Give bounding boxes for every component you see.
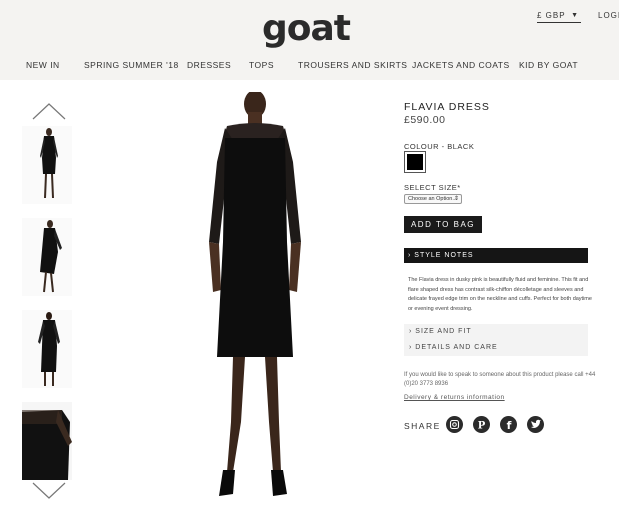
main-nav: NEW IN SPRING SUMMER '18 DRESSES TOPS TR…	[0, 60, 619, 74]
chevron-right-icon: ›	[409, 328, 413, 335]
product-price: £590.00	[404, 114, 446, 126]
size-select[interactable]: Choose an Option... ⇕	[404, 194, 462, 204]
chevron-right-icon: ›	[408, 252, 412, 259]
product-title: FLAVIA DRESS	[404, 101, 490, 113]
thumbnail-up-arrow-icon[interactable]	[32, 102, 66, 120]
colour-swatch-black[interactable]	[404, 151, 426, 173]
thumbnail-down-arrow-icon[interactable]	[32, 482, 66, 500]
colour-label: COLOUR - BLACK	[404, 142, 475, 151]
style-notes-label: STYLE NOTES	[414, 252, 474, 259]
size-select-value: Choose an Option...	[408, 196, 457, 202]
nav-item-tops[interactable]: TOPS	[249, 60, 274, 70]
site-logo[interactable]: goat	[262, 8, 351, 49]
accordion-size-fit[interactable]: › SIZE AND FIT	[409, 328, 472, 335]
thumbnail-side[interactable]	[22, 218, 72, 296]
svg-text:P: P	[478, 421, 486, 432]
instagram-icon[interactable]	[446, 416, 463, 433]
caret-down-icon: ▼	[571, 12, 579, 19]
currency-selector[interactable]: £ GBP ▼	[537, 11, 581, 23]
accordion-details-care[interactable]: › DETAILS AND CARE	[409, 344, 498, 351]
nav-item-trousers-skirts[interactable]: TROUSERS AND SKIRTS	[298, 60, 407, 70]
twitter-icon[interactable]	[527, 416, 544, 433]
share-label: SHARE	[404, 421, 441, 431]
svg-text:f: f	[507, 419, 512, 432]
pinterest-icon[interactable]: P	[473, 416, 490, 433]
login-link[interactable]: LOGI	[598, 11, 619, 20]
main-product-image	[175, 90, 335, 502]
style-notes-header[interactable]: › STYLE NOTES	[404, 248, 588, 263]
nav-item-spring-summer[interactable]: SPRING SUMMER '18	[84, 60, 179, 70]
select-arrows-icon: ⇕	[453, 196, 459, 202]
add-to-bag-button[interactable]: ADD TO BAG	[404, 216, 482, 233]
thumbnail-back[interactable]	[22, 310, 72, 388]
chevron-right-icon: ›	[409, 344, 413, 351]
facebook-icon[interactable]: f	[500, 416, 517, 433]
details-care-label: DETAILS AND CARE	[415, 344, 498, 351]
nav-item-jackets-coats[interactable]: JACKETS AND COATS	[412, 60, 510, 70]
product-accordion: › SIZE AND FIT › DETAILS AND CARE	[404, 324, 588, 356]
delivery-returns-link[interactable]: Delivery & returns information	[404, 394, 505, 401]
nav-item-new-in[interactable]: NEW IN	[26, 60, 60, 70]
nav-item-kid-by-goat[interactable]: KID BY GOAT	[519, 60, 578, 70]
thumbnail-detail[interactable]	[22, 402, 72, 480]
style-notes-panel: The Flavia dress in dusky pink is beauti…	[404, 264, 600, 320]
thumbnail-front[interactable]	[22, 126, 72, 204]
currency-label: £ GBP	[537, 11, 566, 20]
contact-text: If you would like to speak to someone ab…	[404, 372, 596, 387]
nav-item-dresses[interactable]: DRESSES	[187, 60, 231, 70]
size-label: SELECT SIZE*	[404, 183, 461, 192]
site-header: goat £ GBP ▼ LOGI NEW IN SPRING SUMMER '…	[0, 0, 619, 80]
size-fit-label: SIZE AND FIT	[415, 328, 472, 335]
style-notes-text: The Flavia dress in dusky pink is beauti…	[408, 277, 592, 312]
